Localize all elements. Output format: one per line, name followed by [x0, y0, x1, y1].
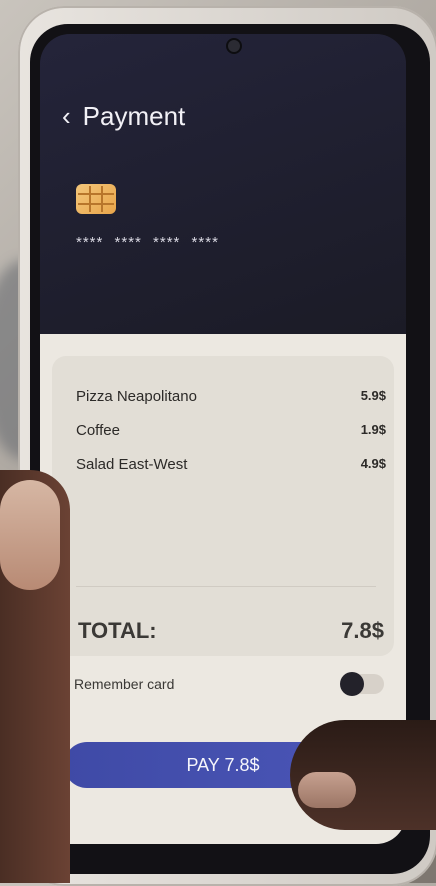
item-name: Salad East-West — [76, 456, 188, 473]
left-thumb — [0, 480, 60, 590]
divider — [76, 586, 376, 587]
right-fingertip — [298, 772, 356, 808]
item-name: Pizza Neapolitano — [76, 388, 197, 405]
list-item: Pizza Neapolitano 5.9$ — [76, 388, 386, 405]
remember-card-row: Remember card — [74, 672, 384, 696]
card-chip-icon — [76, 184, 116, 214]
chevron-left-icon: ‹ — [62, 101, 71, 131]
front-camera — [228, 40, 240, 52]
item-price: 4.9$ — [360, 456, 386, 471]
item-name: Coffee — [76, 422, 120, 439]
list-item: Salad East-West 4.9$ — [76, 456, 386, 473]
card-header: ‹ Payment **** **** **** **** — [40, 34, 406, 334]
card-number: **** **** **** **** — [76, 234, 219, 251]
list-item: Coffee 1.9$ — [76, 422, 386, 439]
toggle-knob — [340, 672, 364, 696]
item-price: 1.9$ — [360, 422, 386, 437]
total-value: 7.8$ — [341, 618, 384, 643]
total-row: TOTAL: 7.8$ — [78, 618, 384, 644]
back-button[interactable]: ‹ Payment — [62, 96, 185, 136]
total-label: TOTAL: — [78, 618, 157, 643]
remember-card-toggle[interactable] — [340, 672, 384, 696]
remember-card-label: Remember card — [74, 676, 175, 692]
page-title: Payment — [82, 101, 186, 131]
order-summary: Pizza Neapolitano 5.9$ Coffee 1.9$ Salad… — [52, 356, 394, 656]
item-price: 5.9$ — [360, 388, 386, 403]
